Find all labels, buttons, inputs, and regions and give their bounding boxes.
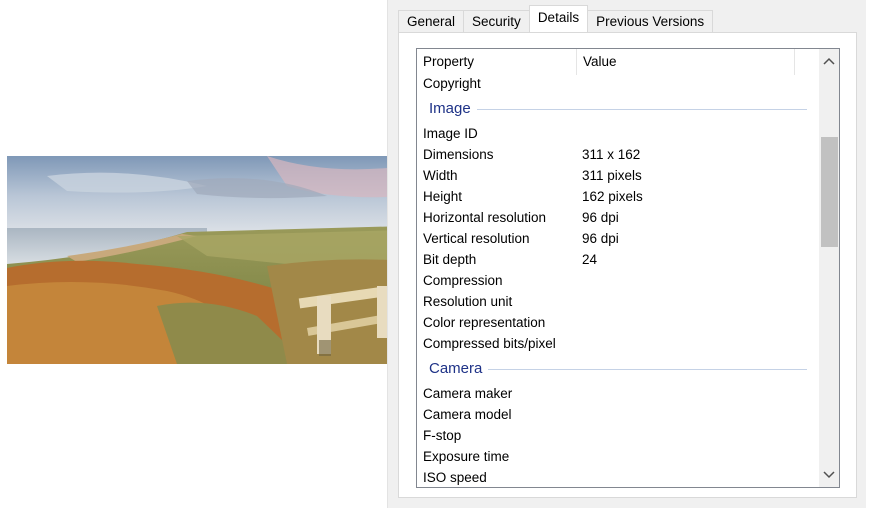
property-value [576,333,582,354]
property-name: Bit depth [423,252,477,267]
value-column-header[interactable]: Value [577,49,795,75]
list-item[interactable]: ISO speed [417,467,817,487]
property-name: Height [423,189,463,204]
list-item[interactable]: F-stop [417,425,817,446]
property-name: Horizontal resolution [423,210,547,225]
property-name: Resolution unit [423,294,513,309]
property-value [576,73,582,94]
tab-security[interactable]: Security [463,10,530,32]
property-name: Compression [423,273,503,288]
vertical-scrollbar[interactable] [819,49,839,487]
property-value [576,446,582,467]
list-item[interactable]: Camera model [417,404,817,425]
group-header-camera: Camera [417,354,817,383]
list-rows: Copyright Image Image ID Dimensions 311 x… [417,73,817,487]
property-name: Camera maker [423,386,513,401]
property-name: Vertical resolution [423,231,530,246]
list-item[interactable]: Image ID [417,123,817,144]
group-divider [488,369,807,370]
property-value [576,467,582,487]
tab-general[interactable]: General [398,10,465,32]
list-item[interactable]: Horizontal resolution 96 dpi [417,207,817,228]
property-name: ISO speed [423,470,487,485]
chevron-down-icon[interactable] [819,465,839,485]
list-item[interactable]: Exposure time [417,446,817,467]
property-value: 24 [582,252,598,267]
property-value: 96 dpi [582,231,619,246]
image-preview [7,156,407,364]
list-item[interactable]: Color representation [417,312,817,333]
group-title: Camera [429,360,483,377]
list-item[interactable]: Resolution unit [417,291,817,312]
property-value: 311 pixels [582,168,642,183]
details-tab-page: Property Value Copyright Image Image ID [398,32,857,498]
property-value [576,383,582,404]
list-item[interactable]: Bit depth 24 [417,249,817,270]
property-name: Camera model [423,407,512,422]
list-item[interactable]: Copyright [417,73,817,94]
details-list[interactable]: Property Value Copyright Image Image ID [416,48,840,488]
tab-previous-versions[interactable]: Previous Versions [587,10,714,32]
property-name: Color representation [423,315,546,330]
property-value [576,404,582,425]
property-value [576,312,582,333]
tab-details[interactable]: Details [528,5,589,32]
property-name: Image ID [423,126,478,141]
property-name: Dimensions [423,147,494,162]
property-value: 162 pixels [582,189,643,204]
property-value: 311 x 162 [582,147,641,162]
property-name: F-stop [423,428,462,443]
property-value [576,270,582,291]
chevron-up-icon[interactable] [819,51,839,71]
property-name: Compressed bits/pixel [423,336,556,351]
property-column-header[interactable]: Property [417,49,577,75]
list-item[interactable]: Camera maker [417,383,817,404]
property-value [576,123,582,144]
list-item[interactable]: Height 162 pixels [417,186,817,207]
property-value [576,291,582,312]
scrollbar-thumb[interactable] [821,137,838,247]
group-header-image: Image [417,94,817,123]
property-value: 96 dpi [582,210,619,225]
list-header: Property Value [417,49,817,75]
screen: General Security Details Previous Versio… [0,0,884,508]
tab-strip: General Security Details Previous Versio… [398,5,714,32]
property-name: Exposure time [423,449,510,464]
list-item[interactable]: Compressed bits/pixel [417,333,817,354]
list-item[interactable]: Dimensions 311 x 162 [417,144,817,165]
group-title: Image [429,100,471,117]
list-item[interactable]: Compression [417,270,817,291]
list-item[interactable]: Width 311 pixels [417,165,817,186]
properties-dialog: General Security Details Previous Versio… [387,0,866,508]
property-value [576,425,582,446]
property-name: Copyright [423,76,481,91]
group-divider [476,109,807,110]
property-name: Width [423,168,458,183]
list-item[interactable]: Vertical resolution 96 dpi [417,228,817,249]
